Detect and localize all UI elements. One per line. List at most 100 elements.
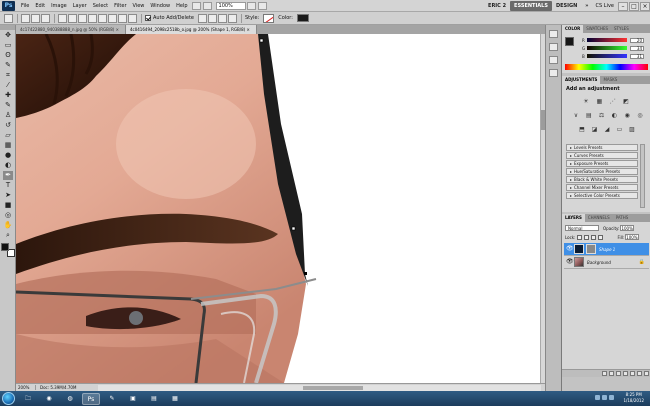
photo-filter-icon[interactable]: ◉ xyxy=(623,112,631,120)
taskbar-firefox-icon[interactable]: ◍ xyxy=(61,393,79,405)
flag-icon[interactable] xyxy=(609,395,614,400)
taskbar-app-green-icon[interactable]: ▦ xyxy=(166,393,184,405)
taskbar-explorer-icon[interactable]: 🗀 xyxy=(19,393,37,405)
move-tool-icon[interactable]: ✥ xyxy=(3,31,13,40)
subtract-shape-icon[interactable] xyxy=(208,13,217,23)
intersect-shape-icon[interactable] xyxy=(218,13,227,23)
eye-icon[interactable]: 👁 xyxy=(566,259,574,265)
hand-tool-icon[interactable]: ✋ xyxy=(3,221,13,230)
tab-swatches[interactable]: SWATCHES xyxy=(583,25,611,33)
posterize-icon[interactable]: ◪ xyxy=(591,126,599,134)
lasso-tool-icon[interactable]: ʘ xyxy=(3,51,13,60)
menu-layer[interactable]: Layer xyxy=(70,0,90,12)
arrange-documents-button[interactable] xyxy=(246,1,256,10)
foreground-color-swatch[interactable] xyxy=(1,243,9,251)
document-tab-2[interactable]: 4c0416494_2098c2518b_o.jpg @ 200% (Shape… xyxy=(125,25,257,34)
tool-preset-picker[interactable] xyxy=(4,13,13,23)
shape-layers-icon[interactable] xyxy=(21,13,30,23)
anchor-point[interactable] xyxy=(304,272,307,275)
gradient-tool-icon[interactable]: ▦ xyxy=(3,141,13,150)
taskbar-chrome-icon[interactable]: ◉ xyxy=(40,393,58,405)
tab-styles[interactable]: STYLES xyxy=(611,25,632,33)
color-spectrum[interactable] xyxy=(565,64,648,70)
exclude-shape-icon[interactable] xyxy=(228,13,237,23)
exposure-icon[interactable]: ◩ xyxy=(622,98,630,106)
workspace-design[interactable]: DESIGN xyxy=(552,1,581,11)
tab-color[interactable]: COLOR xyxy=(562,25,584,33)
green-slider[interactable] xyxy=(587,46,627,50)
workspace-user[interactable]: ERIC 2 xyxy=(484,1,510,11)
actions-panel-icon[interactable] xyxy=(549,43,558,51)
crop-tool-icon[interactable]: ⌗ xyxy=(3,71,13,80)
channel-mixer-icon[interactable]: ◎ xyxy=(636,112,644,120)
blur-tool-icon[interactable]: ● xyxy=(3,151,13,160)
new-layer-icon[interactable] xyxy=(637,371,642,376)
quick-select-tool-icon[interactable]: ✎ xyxy=(3,61,13,70)
menu-window[interactable]: Window xyxy=(147,0,173,12)
zoom-tool-icon[interactable]: ⌕ xyxy=(3,231,13,240)
volume-icon[interactable] xyxy=(602,395,607,400)
type-tool-icon[interactable]: T xyxy=(3,181,13,190)
menu-edit[interactable]: Edit xyxy=(32,0,48,12)
horizontal-scroll-thumb[interactable] xyxy=(303,385,363,390)
brightness-icon[interactable]: ☀ xyxy=(582,98,590,106)
blue-slider[interactable] xyxy=(587,54,627,58)
cs-live-button[interactable]: CS Live xyxy=(593,3,617,9)
add-mask-icon[interactable] xyxy=(616,371,621,376)
tab-layers[interactable]: LAYERS xyxy=(562,214,585,222)
lock-position-icon[interactable] xyxy=(591,234,597,240)
history-brush-tool-icon[interactable]: ↺ xyxy=(3,121,13,130)
maximize-button[interactable]: □ xyxy=(629,1,639,11)
ellipse-icon[interactable] xyxy=(98,13,107,23)
auto-add-delete-checkbox[interactable] xyxy=(145,15,151,21)
black-white-icon[interactable]: ◐ xyxy=(610,112,618,120)
3d-rotate-tool-icon[interactable]: ◎ xyxy=(3,211,13,220)
style-picker[interactable] xyxy=(263,13,275,23)
layer-name[interactable]: Background xyxy=(587,260,611,265)
horizontal-scrollbar[interactable] xyxy=(98,384,541,391)
menu-select[interactable]: Select xyxy=(90,0,111,12)
eyedropper-tool-icon[interactable]: ⁄ xyxy=(3,81,13,90)
add-to-shape-icon[interactable] xyxy=(198,13,207,23)
blue-value[interactable]: 31 xyxy=(630,53,644,59)
foreground-color-chip[interactable] xyxy=(565,37,574,46)
tab-masks[interactable]: MASKS xyxy=(600,76,620,84)
preset-curves[interactable]: Curves Presets xyxy=(566,152,638,159)
color-balance-icon[interactable]: ⚖ xyxy=(598,112,606,120)
workspace-essentials[interactable]: ESSENTIALS xyxy=(510,1,552,11)
red-slider[interactable] xyxy=(587,38,627,42)
taskbar-media-icon[interactable]: ▣ xyxy=(124,393,142,405)
fill-input[interactable]: 100% xyxy=(625,234,640,240)
clone-stamp-tool-icon[interactable]: ♙ xyxy=(3,111,13,120)
menu-file[interactable]: File xyxy=(18,0,32,12)
marquee-tool-icon[interactable]: ▭ xyxy=(3,41,13,50)
paragraph-panel-icon[interactable] xyxy=(549,69,558,77)
tab-paths[interactable]: PATHS xyxy=(613,214,632,222)
delete-layer-icon[interactable] xyxy=(644,371,649,376)
layer-style-icon[interactable] xyxy=(609,371,614,376)
tools-collapse-bar[interactable] xyxy=(0,25,15,30)
preset-hue-saturation[interactable]: Hue/Saturation Presets xyxy=(566,168,638,175)
rounded-rectangle-icon[interactable] xyxy=(88,13,97,23)
curves-icon[interactable]: ⋰ xyxy=(609,98,617,106)
path-select-tool-icon[interactable]: ➤ xyxy=(3,191,13,200)
selective-color-icon[interactable]: ▨ xyxy=(628,126,636,134)
vector-mask-thumbnail[interactable] xyxy=(586,244,596,254)
color-swatches[interactable] xyxy=(1,243,15,257)
menu-view[interactable]: View xyxy=(130,0,148,12)
anchor-point[interactable] xyxy=(259,38,264,43)
fill-pixels-icon[interactable] xyxy=(41,13,50,23)
close-button[interactable]: × xyxy=(640,1,650,11)
line-icon[interactable] xyxy=(118,13,127,23)
preset-black-white[interactable]: Black & White Presets xyxy=(566,176,638,183)
opacity-input[interactable]: 100% xyxy=(620,225,635,231)
clock[interactable]: 8:25 PM 1/18/2012 xyxy=(623,392,644,404)
gradient-map-icon[interactable]: ▭ xyxy=(616,126,624,134)
lock-pixels-icon[interactable] xyxy=(584,234,590,240)
shape-tool-icon[interactable]: ■ xyxy=(3,201,13,210)
screen-mode-button[interactable] xyxy=(257,1,267,10)
taskbar-paint-icon[interactable]: ✎ xyxy=(103,393,121,405)
network-icon[interactable] xyxy=(595,395,600,400)
invert-icon[interactable]: ⬒ xyxy=(578,126,586,134)
threshold-icon[interactable]: ◢ xyxy=(603,126,611,134)
